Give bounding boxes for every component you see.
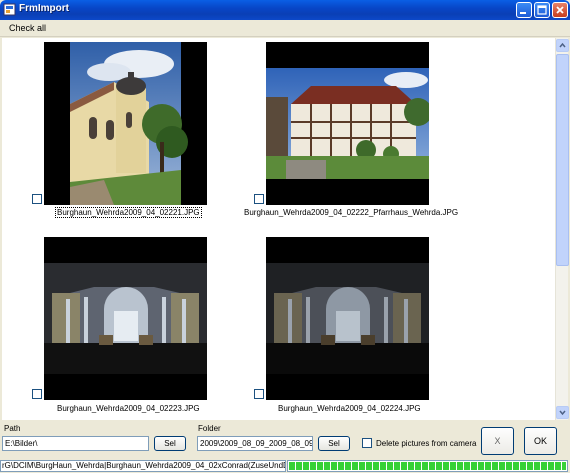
cancel-button[interactable]: X — [481, 427, 514, 455]
thumbnail-image[interactable] — [266, 42, 429, 205]
thumbnail-panel[interactable]: Burghaun_Wehrda2009_04_02221.JPG Burghau… — [2, 38, 555, 420]
select-checkbox[interactable] — [32, 389, 42, 399]
church-interior-dark-photo — [266, 237, 429, 400]
check-all-menu-item[interactable]: Check all — [9, 23, 46, 33]
window-title: FrmImport — [19, 3, 69, 14]
image-caption: Burghaun_Wehrda2009_04_02221.JPG — [55, 207, 202, 218]
progress-fill — [289, 462, 566, 470]
scroll-up-button[interactable] — [556, 39, 569, 52]
church-exterior-photo — [44, 42, 207, 205]
vertical-scrollbar[interactable] — [555, 38, 569, 420]
thumbnail-image[interactable] — [266, 237, 429, 400]
maximize-button[interactable] — [534, 2, 550, 18]
status-text: rG\DCIM\BurgHaun_Wehrda|Burghaun_Wehrda2… — [0, 460, 286, 472]
path-input[interactable]: E:\Bilder\ — [2, 436, 149, 451]
minimize-icon — [520, 12, 526, 14]
close-button[interactable] — [552, 2, 568, 18]
ok-button[interactable]: OK — [524, 427, 557, 455]
delete-pictures-label: Delete pictures from camera — [376, 439, 477, 448]
image-caption: Burghaun_Wehrda2009_04_02224.JPG — [278, 404, 421, 413]
delete-pictures-checkbox[interactable] — [362, 438, 372, 448]
select-checkbox[interactable] — [254, 389, 264, 399]
image-caption: Burghaun_Wehrda2009_04_02223.JPG — [57, 404, 200, 413]
image-caption: Burghaun_Wehrda2009_04_02222_Pfarrhaus_W… — [244, 208, 459, 217]
cancel-button-label: X — [494, 436, 501, 446]
app-icon — [3, 3, 16, 16]
thumbnail-image[interactable] — [44, 42, 207, 205]
church-interior-photo — [44, 237, 207, 400]
path-label: Path — [4, 424, 21, 433]
timbered-house-photo — [266, 42, 429, 205]
scroll-down-button[interactable] — [556, 406, 569, 419]
scroll-thumb[interactable] — [556, 54, 569, 266]
folder-input[interactable]: 2009\2009_08_09_2009_08_09 — [197, 436, 313, 451]
path-select-button[interactable]: Sel — [154, 436, 186, 451]
ok-button-label: OK — [533, 436, 547, 446]
status-bar: rG\DCIM\BurgHaun_Wehrda|Burghaun_Wehrda2… — [0, 459, 570, 473]
maximize-icon — [537, 5, 547, 15]
thumbnail-image[interactable] — [44, 237, 207, 400]
minimize-button[interactable] — [516, 2, 532, 18]
progress-bar — [287, 460, 568, 472]
folder-label: Folder — [198, 424, 221, 433]
chevron-down-icon — [559, 410, 566, 416]
title-bar[interactable]: FrmImport — [0, 0, 570, 20]
folder-select-button[interactable]: Sel — [318, 436, 350, 451]
select-checkbox[interactable] — [32, 194, 42, 204]
chevron-up-icon — [559, 42, 566, 48]
menu-bar: Check all — [0, 20, 570, 37]
select-checkbox[interactable] — [254, 194, 264, 204]
close-icon — [556, 6, 564, 14]
